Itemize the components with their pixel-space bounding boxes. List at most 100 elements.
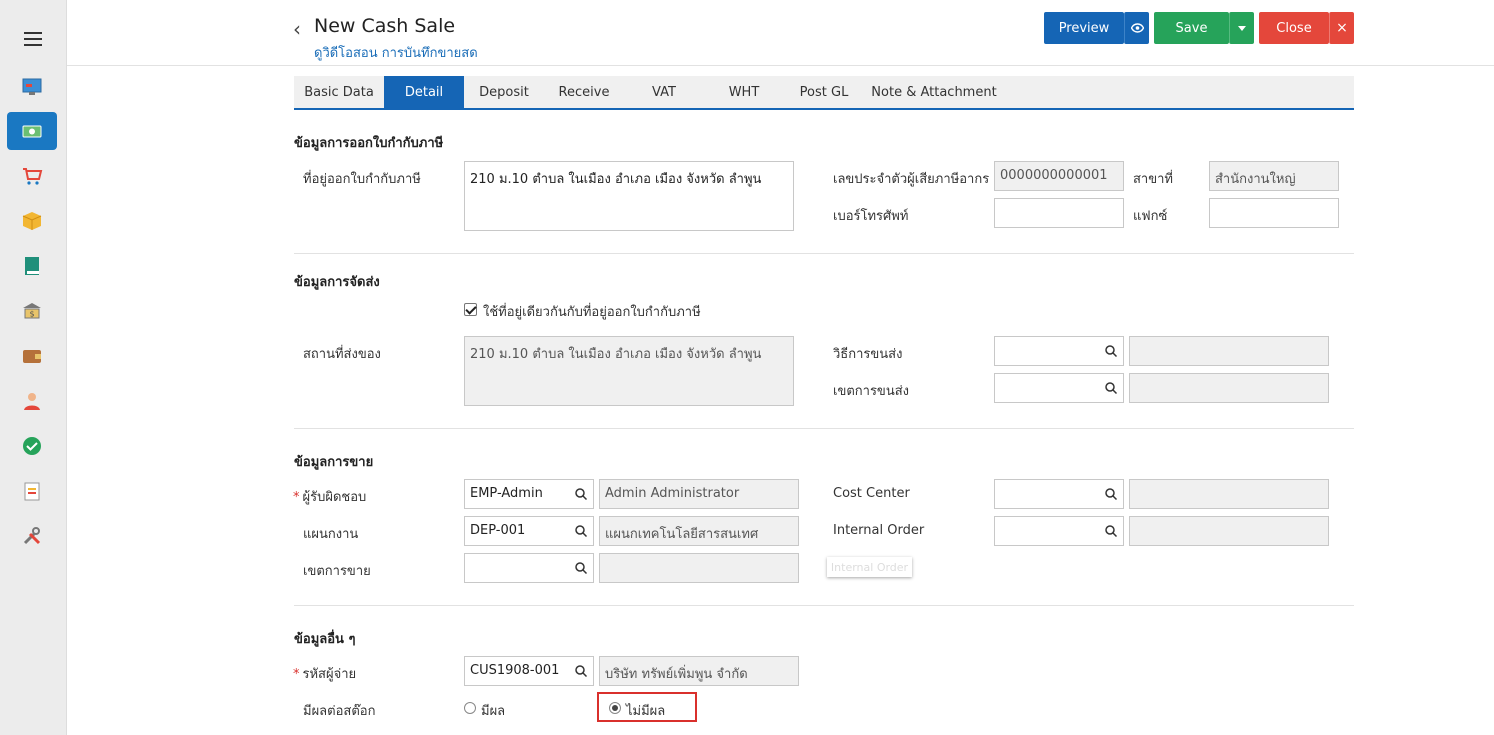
tab-note-attachment[interactable]: Note & Attachment <box>864 76 1004 108</box>
tutorial-video-link[interactable]: ดูวิดีโอสอน การบันทึกขายสด <box>314 42 478 63</box>
search-icon[interactable] <box>1104 381 1118 395</box>
section-divider <box>294 253 1354 254</box>
responsible-code: EMP-Admin <box>470 486 543 501</box>
tax-id-field: 0000000000001 <box>994 161 1124 191</box>
tab-detail[interactable]: Detail <box>384 76 464 108</box>
search-icon[interactable] <box>574 561 588 575</box>
sidebar-item-inventory[interactable] <box>7 202 57 240</box>
close-button[interactable]: Close <box>1259 12 1329 44</box>
branch-field: สำนักงานใหญ่ <box>1209 161 1339 191</box>
hamburger-menu-icon[interactable] <box>24 32 42 46</box>
ship-method-input[interactable] <box>994 336 1124 366</box>
payer-label: * รหัสผู้จ่าย <box>293 663 356 684</box>
stock-effect-yes-label: มีผล <box>481 704 506 719</box>
fax-field[interactable] <box>1209 198 1339 228</box>
caret-down-icon <box>1238 25 1246 31</box>
sidebar-item-settings[interactable] <box>7 517 57 555</box>
back-chevron-icon[interactable]: ‹ <box>293 17 301 41</box>
same-address-checkbox[interactable] <box>464 303 477 316</box>
search-icon[interactable] <box>1104 524 1118 538</box>
internal-order-input[interactable] <box>994 516 1124 546</box>
sales-zone-input[interactable] <box>464 553 594 583</box>
internal-order-name-field <box>1129 516 1329 546</box>
tax-id-label: เลขประจำตัวผู้เสียภาษีอากร <box>833 172 990 187</box>
sidebar-item-bank[interactable]: $ <box>7 292 57 330</box>
responsible-label: * ผู้รับผิดชอบ <box>293 486 366 507</box>
preview-button[interactable]: Preview <box>1044 12 1124 44</box>
save-dropdown-button[interactable] <box>1229 12 1254 44</box>
same-address-label: ใช้ที่อยู่เดียวกันกับที่อยู่ออกใบกำกับภา… <box>483 305 701 320</box>
tax-address-field[interactable]: 210 ม.10 ตำบล ในเมือง อำเภอ เมือง จังหวั… <box>464 161 794 231</box>
search-icon[interactable] <box>574 487 588 501</box>
tooltip-ghost: Internal Order <box>827 557 912 577</box>
cost-center-label: Cost Center <box>833 486 910 501</box>
sidebar-item-ledger[interactable] <box>7 247 57 285</box>
cart-icon <box>23 168 43 185</box>
close-x-button[interactable]: × <box>1329 12 1354 44</box>
fax-label: แฟกซ์ <box>1133 209 1168 224</box>
ship-address-field: 210 ม.10 ตำบล ในเมือง อำเภอ เมือง จังหวั… <box>464 336 794 406</box>
tab-vat[interactable]: VAT <box>624 76 704 108</box>
search-icon[interactable] <box>1104 344 1118 358</box>
payer-input[interactable]: CUS1908-001 <box>464 656 594 686</box>
search-icon[interactable] <box>1104 487 1118 501</box>
stock-effect-yes-radio[interactable] <box>464 702 476 714</box>
sidebar-item-sales[interactable] <box>7 112 57 150</box>
report-icon <box>24 482 40 501</box>
sales-zone-label: เขตการขาย <box>303 564 371 579</box>
department-label: แผนกงาน <box>303 527 359 542</box>
tax-section-title: ข้อมูลการออกใบกำกับภาษี <box>294 136 444 151</box>
bank-icon: $ <box>23 303 41 319</box>
sidebar-item-approval[interactable] <box>7 427 57 465</box>
branch-label: สาขาที่ <box>1133 172 1173 187</box>
responsible-name-field: Admin Administrator <box>599 479 799 509</box>
box-icon <box>22 212 42 230</box>
cost-center-input[interactable] <box>994 479 1124 509</box>
main-content: ‹ New Cash Sale ดูวิดีโอสอน การบันทึกขาย… <box>67 0 1494 735</box>
person-icon <box>24 393 40 410</box>
stock-effect-no-radio[interactable] <box>609 702 621 714</box>
payer-name-field: บริษัท ทรัพย์เพิ่มพูน จำกัด <box>599 656 799 686</box>
other-section-title: ข้อมูลอื่น ๆ <box>294 632 356 647</box>
sidebar-item-report[interactable] <box>7 472 57 510</box>
sidebar-item-wallet[interactable] <box>7 337 57 375</box>
responsible-input[interactable]: EMP-Admin <box>464 479 594 509</box>
sales-section-title: ข้อมูลการขาย <box>294 455 374 470</box>
dashboard-icon <box>22 78 42 95</box>
svg-text:$: $ <box>29 310 34 319</box>
cost-center-name-field <box>1129 479 1329 509</box>
search-icon[interactable] <box>574 664 588 678</box>
save-button[interactable]: Save <box>1154 12 1229 44</box>
sidebar-item-dashboard[interactable] <box>7 67 57 105</box>
tab-deposit[interactable]: Deposit <box>464 76 544 108</box>
section-divider <box>294 605 1354 606</box>
eye-icon <box>1130 23 1144 33</box>
ship-address-label: สถานที่ส่งของ <box>303 347 381 362</box>
tab-post-gl[interactable]: Post GL <box>784 76 864 108</box>
payer-code: CUS1908-001 <box>470 663 560 678</box>
tab-basic-data[interactable]: Basic Data <box>294 76 384 108</box>
department-input[interactable]: DEP-001 <box>464 516 594 546</box>
ship-zone-name-field <box>1129 373 1329 403</box>
preview-eye-button[interactable] <box>1124 12 1149 44</box>
wallet-icon <box>23 350 41 363</box>
tab-receive[interactable]: Receive <box>544 76 624 108</box>
phone-field[interactable] <box>994 198 1124 228</box>
section-divider <box>294 428 1354 429</box>
tax-address-label: ที่อยู่ออกใบกำกับภาษี <box>303 172 421 187</box>
delivery-section-title: ข้อมูลการจัดส่ง <box>294 275 380 290</box>
tab-wht[interactable]: WHT <box>704 76 784 108</box>
page-title: New Cash Sale <box>314 15 456 37</box>
internal-order-label: Internal Order <box>833 523 925 538</box>
search-icon[interactable] <box>574 524 588 538</box>
stock-effect-label: มีผลต่อสต๊อก <box>303 704 376 719</box>
phone-label: เบอร์โทรศัพท์ <box>833 209 909 224</box>
sidebar-item-hr[interactable] <box>7 382 57 420</box>
required-asterisk: * <box>293 667 300 682</box>
cash-icon <box>22 125 42 138</box>
department-name-field: แผนกเทคโนโลยีสารสนเทศ <box>599 516 799 546</box>
ship-method-name-field <box>1129 336 1329 366</box>
sidebar-item-purchase[interactable] <box>7 157 57 195</box>
department-code: DEP-001 <box>470 523 526 538</box>
ship-zone-input[interactable] <box>994 373 1124 403</box>
